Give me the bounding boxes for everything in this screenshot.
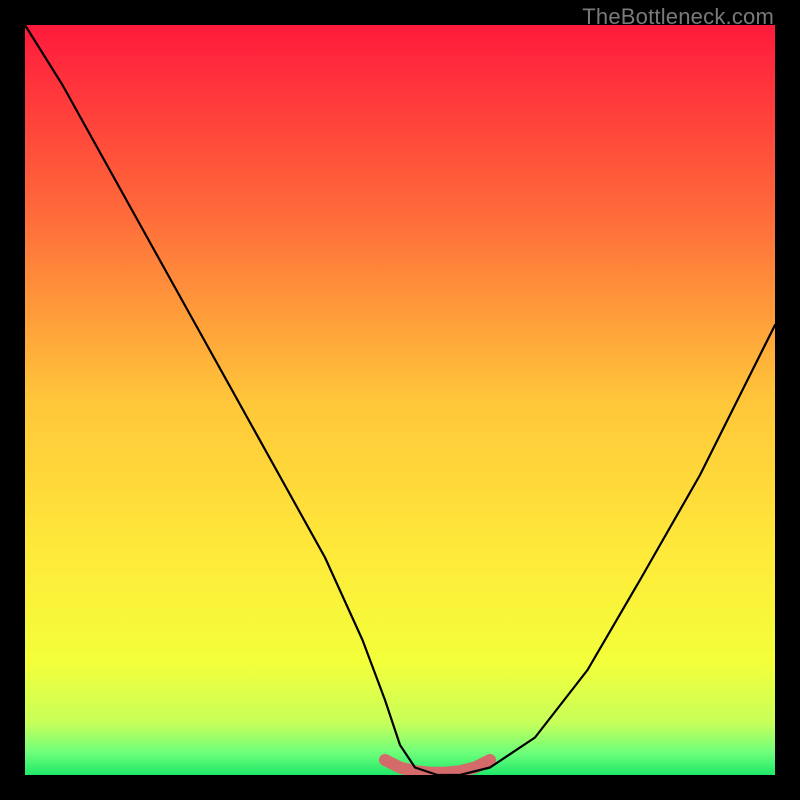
watermark-text: TheBottleneck.com: [582, 4, 774, 30]
plot-area: [25, 25, 775, 775]
chart-frame: TheBottleneck.com: [0, 0, 800, 800]
curve-layer: [25, 25, 775, 775]
v-curve-series: [25, 25, 775, 775]
